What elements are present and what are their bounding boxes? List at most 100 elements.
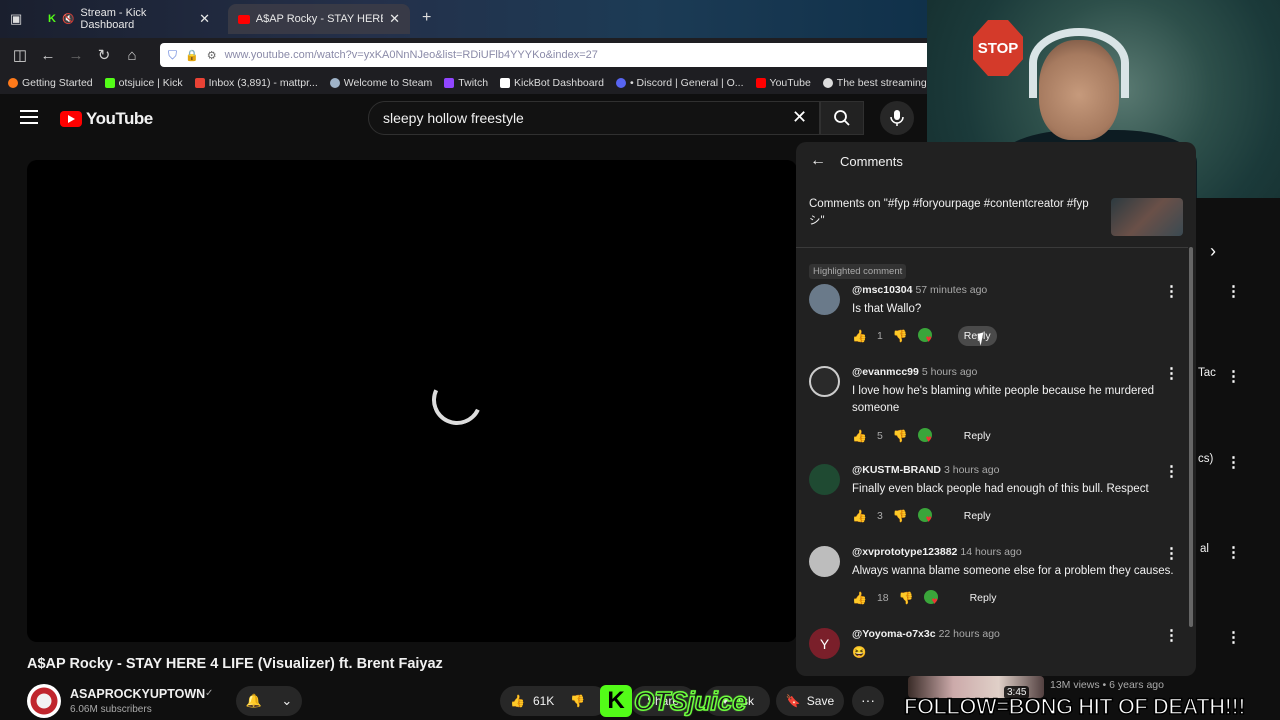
channel-name[interactable]: ASAPROCKYUPTOWN <box>70 687 205 701</box>
like-icon[interactable]: 👍 <box>852 429 867 443</box>
dislike-icon[interactable]: 👎 <box>899 591 914 605</box>
kick-stream-overlay: K OTSjuice <box>600 685 747 717</box>
tab-youtube[interactable]: A$AP Rocky - STAY HERE 4 LIFE ✕ <box>228 4 410 34</box>
comment-time[interactable]: 3 hours ago <box>944 464 999 476</box>
rec-title-fragment[interactable]: Tac <box>1198 367 1216 379</box>
bookmark-item[interactable]: YouTube <box>755 77 811 89</box>
rec-menu-icon[interactable]: ⋮ <box>1226 367 1241 385</box>
dislike-icon[interactable]: 👎 <box>893 329 908 343</box>
avatar-letter: Y <box>819 635 830 652</box>
avatar[interactable] <box>809 546 840 577</box>
comment-menu-icon[interactable]: ⋮ <box>1164 462 1179 480</box>
chevron-down-icon: ⌄ <box>281 693 293 708</box>
comment-time[interactable]: 22 hours ago <box>939 628 1000 640</box>
kickbot-icon <box>500 78 511 88</box>
reply-button[interactable]: Reply <box>964 588 1003 608</box>
hamburger-menu-icon[interactable] <box>20 110 38 124</box>
forward-icon[interactable]: → <box>62 47 90 64</box>
divider <box>796 247 1188 248</box>
comment-time[interactable]: 57 minutes ago <box>915 284 987 296</box>
lock-icon[interactable]: 🔒 <box>185 49 199 62</box>
comment-menu-icon[interactable]: ⋮ <box>1164 626 1179 644</box>
voice-search-button[interactable] <box>880 101 914 135</box>
rec-title-fragment[interactable]: cs) <box>1198 453 1213 465</box>
more-actions-button[interactable]: ··· <box>852 686 884 716</box>
comment-text: Always wanna blame someone else for a pr… <box>852 565 1174 577</box>
sidebar-toggle-icon[interactable]: ◫ <box>6 46 34 64</box>
avatar[interactable] <box>809 464 840 495</box>
comment-time[interactable]: 5 hours ago <box>922 366 977 378</box>
creator-heart-icon: ♥ <box>917 508 936 525</box>
bookmark-item[interactable]: otsjuice | Kick <box>104 77 183 89</box>
bookmark-item[interactable]: KickBot Dashboard <box>500 77 604 89</box>
tab-kick-dashboard[interactable]: K 🔇 Stream - Kick Dashboard ✕ <box>38 4 220 34</box>
close-tab-icon[interactable]: ✕ <box>389 11 400 27</box>
back-arrow-icon[interactable]: ← <box>810 152 826 170</box>
comment-author[interactable]: @xvprototype123882 <box>852 546 957 558</box>
comment-menu-icon[interactable]: ⋮ <box>1164 282 1179 300</box>
comment-text: Is that Wallo? <box>852 303 922 315</box>
bookmark-item[interactable]: • Discord | General | O... <box>615 77 744 89</box>
chevron-right-icon[interactable]: › <box>1210 241 1216 262</box>
permissions-icon[interactable]: ⚙ <box>207 49 217 62</box>
clear-search-icon[interactable]: ✕ <box>792 107 807 128</box>
comment-author[interactable]: @Yoyoma-o7x3c <box>852 628 936 640</box>
reply-button[interactable]: Reply <box>958 506 997 526</box>
bookmark-item[interactable]: The best streaming bo... <box>822 77 927 89</box>
comment-meta: @evanmcc99 5 hours ago <box>852 366 977 378</box>
like-count: 3 <box>876 510 883 522</box>
close-tab-icon[interactable]: ✕ <box>199 11 210 27</box>
avatar[interactable] <box>809 284 840 315</box>
comment-menu-icon[interactable]: ⋮ <box>1164 544 1179 562</box>
channel-avatar[interactable] <box>27 684 61 718</box>
bookmark-item[interactable]: Inbox (3,891) - mattpr... <box>194 77 318 89</box>
reload-icon[interactable]: ↻ <box>90 46 118 64</box>
dislike-button[interactable]: 👎 <box>570 694 585 708</box>
reply-button[interactable]: Reply <box>958 426 997 446</box>
search-button[interactable] <box>820 101 864 135</box>
comment-meta: @msc10304 57 minutes ago <box>852 284 987 296</box>
home-icon[interactable]: ⌂ <box>118 47 146 64</box>
comment-author[interactable]: @evanmcc99 <box>852 366 919 378</box>
back-icon[interactable]: ← <box>34 47 62 64</box>
speaker-muted-icon[interactable]: 🔇 <box>62 14 74 25</box>
like-icon[interactable]: 👍 <box>852 329 867 343</box>
tab-actions-icon[interactable]: ▣ <box>10 11 22 27</box>
like-button[interactable]: 👍 <box>510 694 525 708</box>
avatar[interactable] <box>809 366 840 397</box>
like-icon[interactable]: 👍 <box>852 509 867 523</box>
dislike-icon[interactable]: 👎 <box>893 429 908 443</box>
bookmark-item[interactable]: Getting Started <box>8 77 93 89</box>
like-icon[interactable]: 👍 <box>852 591 867 605</box>
save-button[interactable]: 🔖 Save <box>776 686 844 716</box>
comment-time[interactable]: 14 hours ago <box>960 546 1021 558</box>
rec-title-fragment[interactable]: al <box>1200 543 1209 555</box>
rec-menu-icon[interactable]: ⋮ <box>1226 543 1241 561</box>
youtube-icon <box>755 78 766 88</box>
like-count: 61K <box>532 694 555 708</box>
avatar[interactable]: Y <box>809 628 840 659</box>
rec-menu-icon[interactable]: ⋮ <box>1226 453 1241 471</box>
url-field[interactable]: ⛉ 🔒 ⚙ www.youtube.com/watch?v=yxKA0NnNJe… <box>160 43 927 67</box>
dislike-icon[interactable]: 👎 <box>893 509 908 523</box>
comment-author[interactable]: @msc10304 <box>852 284 912 296</box>
bookmarks-bar: Getting Started otsjuice | Kick Inbox (3… <box>0 72 927 94</box>
video-player[interactable] <box>27 160 797 642</box>
rec-menu-icon[interactable]: ⋮ <box>1226 628 1241 646</box>
comments-subtitle: Comments on "#fyp #foryourpage #contentc… <box>809 198 1089 227</box>
rec-menu-icon[interactable]: ⋮ <box>1226 282 1241 300</box>
comments-header: ← Comments <box>796 142 1196 180</box>
notification-bell-button[interactable]: 🔔 ⌄ <box>236 686 302 716</box>
comment-menu-icon[interactable]: ⋮ <box>1164 364 1179 382</box>
comments-scrollbar[interactable] <box>1189 247 1193 627</box>
comment-author[interactable]: @KUSTM-BRAND <box>852 464 941 476</box>
new-tab-button[interactable]: + <box>422 9 431 27</box>
shield-icon[interactable]: ⛉ <box>168 48 177 63</box>
youtube-logo[interactable]: YouTube <box>60 109 153 129</box>
streamingbot-icon <box>822 78 833 88</box>
bookmark-item[interactable]: Twitch <box>444 77 488 89</box>
kick-icon <box>104 78 115 88</box>
bookmark-item[interactable]: Welcome to Steam <box>329 77 432 89</box>
search-input[interactable] <box>368 101 820 135</box>
short-thumbnail[interactable] <box>1111 198 1183 236</box>
